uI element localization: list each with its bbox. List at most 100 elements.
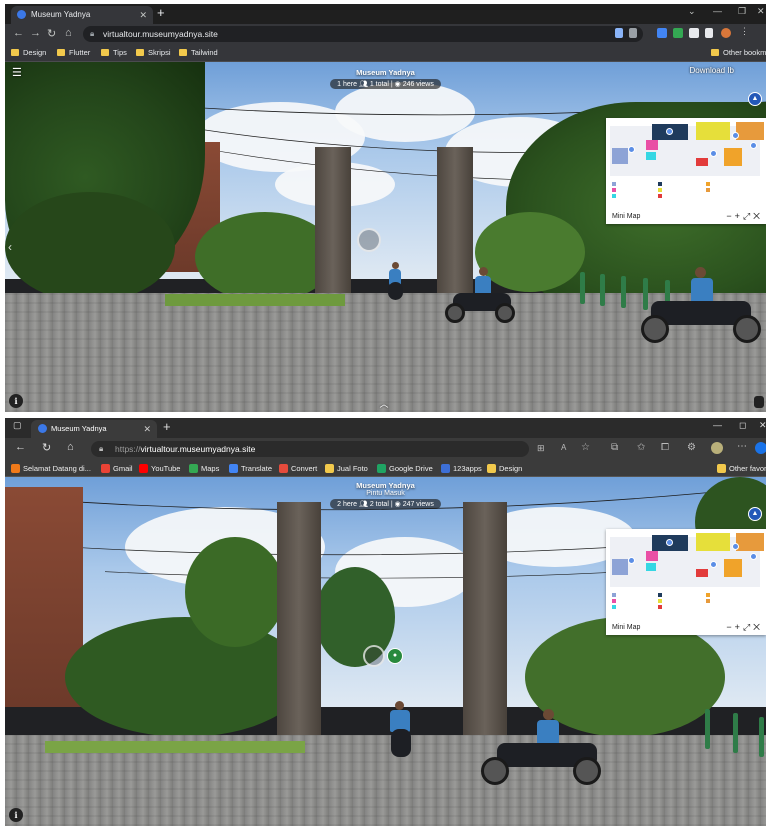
- forward-icon[interactable]: →: [30, 27, 41, 39]
- close-window-button[interactable]: ✕: [759, 420, 766, 431]
- avatar[interactable]: [711, 442, 723, 454]
- minimize-button[interactable]: —: [713, 6, 722, 16]
- info-icon[interactable]: i: [9, 808, 23, 822]
- share-icon[interactable]: [615, 28, 623, 38]
- extension-icon[interactable]: [657, 28, 667, 38]
- favorite-item[interactable]: Translate: [229, 464, 272, 473]
- compass-icon[interactable]: ▲: [748, 507, 762, 521]
- app-available-icon[interactable]: ⊞: [537, 443, 545, 454]
- hamburger-menu-icon[interactable]: ☰: [12, 66, 22, 79]
- star-icon[interactable]: ☆: [581, 442, 590, 453]
- favorite-item[interactable]: Jual Foto: [325, 464, 368, 473]
- compass-icon[interactable]: ▲: [748, 92, 762, 106]
- favorites-icon[interactable]: ✩: [637, 442, 645, 453]
- minus-icon[interactable]: −: [726, 211, 734, 221]
- hotspot-ring[interactable]: [357, 228, 381, 252]
- bookmark-item[interactable]: Tailwind: [179, 48, 218, 57]
- avatar[interactable]: [721, 28, 731, 38]
- other-favorites[interactable]: Other favorites: [717, 464, 766, 473]
- home-icon[interactable]: ⌂: [67, 441, 74, 453]
- prev-scene-arrow[interactable]: ‹: [8, 240, 12, 254]
- map-hotspot[interactable]: [750, 553, 757, 560]
- info-icon[interactable]: i: [9, 394, 23, 408]
- tab-actions-icon[interactable]: ▢: [13, 420, 22, 431]
- reload-icon[interactable]: ↻: [47, 27, 56, 40]
- puzzle-icon[interactable]: [689, 28, 699, 38]
- browser-tab[interactable]: Museum Yadnya ✕: [31, 420, 157, 438]
- sidepanel-icon[interactable]: [705, 28, 713, 38]
- tab-search-icon[interactable]: ⌄: [688, 6, 696, 17]
- total-count: 1 total: [369, 81, 389, 88]
- plus-icon[interactable]: +: [735, 622, 743, 632]
- bookmark-item[interactable]: Flutter: [57, 48, 90, 57]
- back-icon[interactable]: ←: [13, 27, 24, 39]
- extensions-icon[interactable]: ⚙︎: [687, 442, 696, 453]
- map-hotspot[interactable]: [732, 132, 739, 139]
- tab-close-icon[interactable]: ✕: [139, 6, 147, 24]
- panorama-viewer[interactable]: ● Museum Yadnya Pintu Masuk 2 here 👥︎ 2 …: [5, 477, 766, 826]
- plus-icon[interactable]: +: [735, 211, 743, 221]
- bookmark-item[interactable]: Skripsi: [136, 48, 171, 57]
- favorite-item[interactable]: Design: [487, 464, 522, 473]
- back-icon[interactable]: ←: [15, 441, 26, 453]
- extension-icon[interactable]: [673, 28, 683, 38]
- bookmark-item[interactable]: Tips: [101, 48, 127, 57]
- star-icon[interactable]: [629, 28, 637, 38]
- shrub: [65, 617, 305, 737]
- grass-strip: [45, 741, 305, 753]
- user-location-icon[interactable]: ●: [387, 648, 403, 664]
- read-aloud-icon[interactable]: A: [561, 443, 566, 452]
- map-hotspot[interactable]: [666, 539, 673, 546]
- more-menu-icon[interactable]: ⋯: [737, 441, 747, 452]
- favorite-item[interactable]: YouTube: [139, 464, 180, 473]
- maximize-button[interactable]: ❐: [738, 6, 746, 17]
- close-icon[interactable]: ✕: [753, 211, 763, 221]
- fullscreen-button[interactable]: [754, 396, 764, 408]
- mini-map[interactable]: Mini Map −+⤢✕: [606, 529, 766, 635]
- favorite-item[interactable]: Selamat Datang di...: [11, 464, 91, 473]
- minus-icon[interactable]: −: [726, 622, 734, 632]
- address-bar[interactable]: 🔒︎ https://virtualtour.museumyadnya.site: [91, 441, 529, 457]
- browser-tab[interactable]: Museum Yadnya ✕: [11, 6, 153, 24]
- gate-pillar-left: [277, 502, 321, 742]
- kebab-menu-icon[interactable]: ⋮: [740, 26, 750, 36]
- tab-title: Museum Yadnya: [51, 424, 107, 433]
- favorite-item[interactable]: Google Drive: [377, 464, 433, 473]
- panorama-viewer[interactable]: Museum Yadnya 1 here 👥︎ 1 total | ◉ 246 …: [5, 62, 766, 412]
- maximize-button[interactable]: ◻: [739, 420, 746, 431]
- collections-icon[interactable]: ⧠: [661, 442, 669, 453]
- map-hotspot[interactable]: [710, 561, 717, 568]
- copilot-icon[interactable]: [755, 442, 766, 454]
- mini-map[interactable]: Mini Map −+⤢✕: [606, 118, 766, 224]
- bookmark-item[interactable]: Design: [11, 48, 46, 57]
- map-hotspot[interactable]: [666, 128, 673, 135]
- home-icon[interactable]: ⌂: [65, 27, 72, 39]
- map-hotspot[interactable]: [750, 142, 757, 149]
- hotspot-ring[interactable]: [363, 645, 385, 667]
- gate-pillar-right: [463, 502, 507, 742]
- favorite-item[interactable]: Gmail: [101, 464, 133, 473]
- map-hotspot[interactable]: [732, 543, 739, 550]
- map-hotspot[interactable]: [628, 557, 635, 564]
- new-tab-button[interactable]: +: [163, 419, 171, 434]
- address-bar[interactable]: 🔒︎ virtualtour.museumyadnya.site: [83, 26, 643, 42]
- reload-icon[interactable]: ↻: [42, 441, 51, 454]
- map-hotspot[interactable]: [628, 146, 635, 153]
- favorite-item[interactable]: Maps: [189, 464, 219, 473]
- other-bookmarks[interactable]: Other bookmarks: [711, 48, 766, 57]
- favorite-item[interactable]: 123apps: [441, 464, 482, 473]
- map-hotspot[interactable]: [710, 150, 717, 157]
- close-window-button[interactable]: ✕: [757, 6, 765, 17]
- minimize-button[interactable]: —: [713, 420, 722, 430]
- favorite-item[interactable]: Convert: [279, 464, 317, 473]
- expand-icon[interactable]: ⤢: [743, 622, 753, 632]
- download-link[interactable]: Download Ib: [690, 66, 734, 75]
- chevron-up-icon[interactable]: ︿: [380, 397, 389, 410]
- new-tab-button[interactable]: +: [157, 5, 165, 20]
- mini-map-controls[interactable]: −+⤢✕: [726, 622, 763, 633]
- tab-close-icon[interactable]: ✕: [143, 420, 151, 438]
- expand-icon[interactable]: ⤢: [743, 211, 753, 221]
- close-icon[interactable]: ✕: [753, 622, 763, 632]
- split-screen-icon[interactable]: ⧉: [611, 442, 618, 453]
- mini-map-controls[interactable]: −+⤢✕: [726, 211, 763, 222]
